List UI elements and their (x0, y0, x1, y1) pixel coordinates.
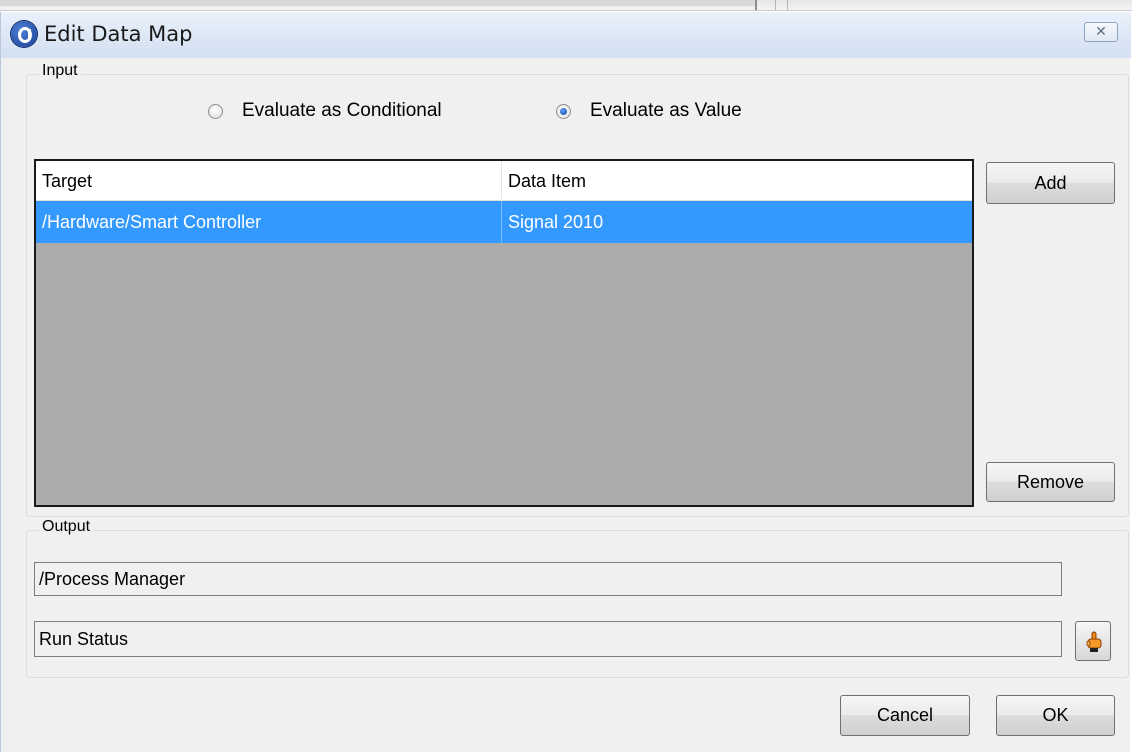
remove-button[interactable]: Remove (986, 462, 1115, 502)
radio-unchecked-icon (208, 103, 223, 119)
pointing-hand-icon (1086, 631, 1102, 652)
window-title: Edit Data Map (44, 22, 193, 46)
background-window-strip (0, 0, 1132, 11)
list-header: Target Data Item (36, 161, 972, 201)
background-divider (787, 0, 788, 10)
radio-checked-icon (556, 103, 571, 119)
table-row[interactable]: /Hardware/Smart Controller Signal 2010 (36, 201, 972, 243)
cell-data-item: Signal 2010 (508, 212, 604, 232)
close-icon: ✕ (1095, 23, 1107, 39)
title-bar[interactable]: Edit Data Map ✕ (1, 12, 1131, 58)
radio-evaluate-value[interactable]: Evaluate as Value (556, 100, 742, 122)
input-group-label: Input (39, 62, 81, 80)
background-divider (755, 0, 757, 10)
output-item-field[interactable]: Run Status (34, 621, 1062, 657)
column-header-data-item[interactable]: Data Item (502, 161, 972, 199)
add-button[interactable]: Add (986, 162, 1115, 204)
column-header-target[interactable]: Target (36, 161, 502, 199)
select-output-button[interactable] (1075, 621, 1111, 661)
output-group-label: Output (39, 518, 94, 536)
output-path-field[interactable]: /Process Manager (34, 562, 1062, 596)
radio-conditional-label: Evaluate as Conditional (242, 100, 442, 121)
cell-target: /Hardware/Smart Controller (36, 201, 502, 243)
ok-button[interactable]: OK (996, 695, 1115, 736)
edit-data-map-dialog: Edit Data Map ✕ Input Evaluate as Condit… (0, 12, 1131, 752)
background-window-edge (0, 0, 757, 6)
mapping-list[interactable]: Target Data Item /Hardware/Smart Control… (34, 159, 974, 507)
radio-value-label: Evaluate as Value (590, 100, 742, 121)
cancel-button[interactable]: Cancel (840, 695, 970, 736)
close-button[interactable]: ✕ (1084, 22, 1118, 42)
radio-evaluate-conditional[interactable]: Evaluate as Conditional (208, 100, 442, 122)
background-divider (775, 0, 776, 10)
app-logo-icon (11, 21, 37, 47)
